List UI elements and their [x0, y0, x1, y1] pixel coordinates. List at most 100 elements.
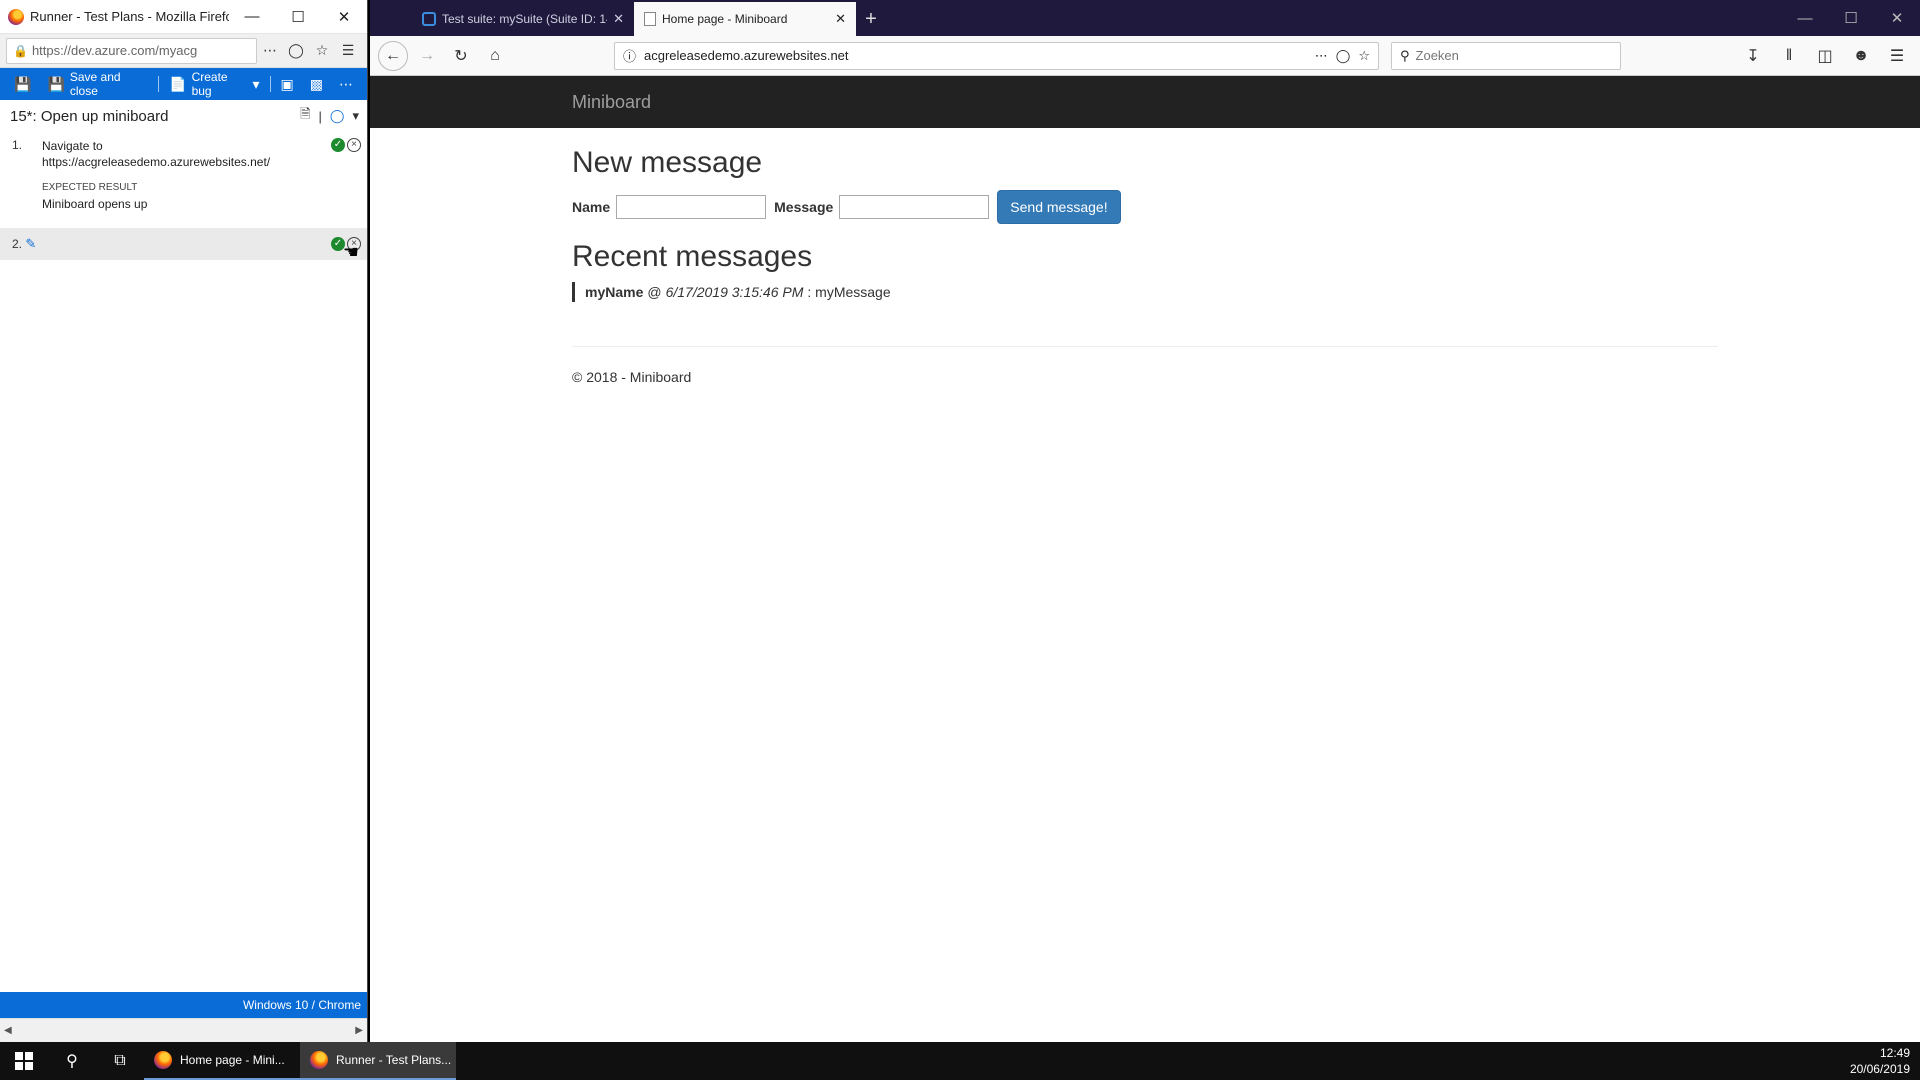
- address-bar[interactable]: ⓘ acgreleasedemo.azurewebsites.net ⋯ ◯ ☆: [614, 41, 1379, 70]
- close-button[interactable]: ✕: [1874, 0, 1920, 36]
- runner-window: Runner - Test Plans - Mozilla Firefox — …: [0, 0, 368, 1042]
- more-options-button[interactable]: ⋯: [331, 68, 361, 100]
- save-button[interactable]: 💾: [6, 68, 39, 100]
- site-navbar: Miniboard: [370, 76, 1920, 128]
- windows-logo-icon: [15, 1052, 33, 1070]
- create-bug-button[interactable]: 📄 Create bug ▾: [161, 68, 267, 100]
- scroll-right-icon[interactable]: ▶: [355, 1025, 363, 1036]
- task-view-icon[interactable]: ⧉: [96, 1042, 144, 1080]
- more-icon[interactable]: ⋯: [257, 38, 283, 64]
- expected-result-text: Miniboard opens up: [42, 197, 148, 211]
- minimize-button[interactable]: —: [229, 0, 275, 34]
- outcome-icon[interactable]: ◯: [330, 108, 345, 124]
- test-step[interactable]: 1. Navigate to https://acgreleasedemo.az…: [0, 132, 367, 218]
- search-icon[interactable]: ⚲: [48, 1042, 96, 1080]
- account-icon[interactable]: ☻: [1846, 41, 1876, 71]
- library-icon[interactable]: ‖: [1774, 41, 1804, 71]
- message-text: : myMessage: [807, 284, 891, 300]
- screenshot-button[interactable]: ▣: [273, 68, 302, 100]
- start-button[interactable]: [0, 1042, 48, 1080]
- notes-icon[interactable]: 🗎: [300, 105, 310, 127]
- chevron-down-icon[interactable]: ▾: [352, 108, 359, 124]
- clock-date: 20/06/2019: [1849, 1062, 1910, 1076]
- runner-toolbar: 💾 💾 Save and close 📄 Create bug ▾ ▣ ▩ ⋯: [0, 68, 367, 100]
- name-input[interactable]: [616, 195, 767, 219]
- pencil-icon[interactable]: ✎: [25, 236, 36, 251]
- scroll-left-icon[interactable]: ◀: [4, 1025, 12, 1036]
- close-tab-icon[interactable]: ✕: [613, 11, 624, 27]
- sidebar-icon[interactable]: ◫: [1810, 41, 1840, 71]
- download-icon[interactable]: ↧: [1738, 41, 1768, 71]
- taskbar-app-home-page[interactable]: Home page - Mini...: [144, 1042, 300, 1080]
- site-brand-link[interactable]: Miniboard: [572, 92, 651, 113]
- test-step[interactable]: 2. ✎ ✓ × ☚: [0, 228, 367, 262]
- test-case-title: 15*: Open up miniboard: [10, 107, 169, 125]
- navigation-bar: ← → ↻ ⌂ ⓘ acgreleasedemo.azurewebsites.n…: [370, 36, 1920, 76]
- page-actions-icon[interactable]: ⋯: [1315, 48, 1328, 64]
- message-at: @: [647, 284, 662, 300]
- message-input[interactable]: [839, 195, 990, 219]
- reload-button[interactable]: ↻: [446, 41, 476, 71]
- tab-test-suite[interactable]: Test suite: mySuite (Suite ID: 14 ✕: [412, 2, 634, 36]
- message-author: myName: [585, 284, 644, 300]
- browser-window: Test suite: mySuite (Suite ID: 14 ✕ Home…: [370, 0, 1920, 1042]
- star-icon[interactable]: ☆: [309, 38, 335, 64]
- search-input[interactable]: [1415, 48, 1612, 63]
- runner-status-bar: Windows 10 / Chrome: [0, 992, 367, 1018]
- capture-icon: ▩: [309, 75, 324, 92]
- footer-divider: [572, 346, 1718, 347]
- capture-actions-button[interactable]: ▩: [302, 68, 331, 100]
- bookmark-star-icon[interactable]: ☆: [1358, 48, 1370, 64]
- create-bug-label: Create bug: [191, 70, 228, 98]
- search-box[interactable]: ⚲: [1391, 41, 1621, 70]
- horizontal-scrollbar[interactable]: ◀ ▶: [0, 1018, 367, 1042]
- runner-url-text: https://dev.azure.com/myacg: [31, 43, 198, 58]
- pocket-icon[interactable]: ◯: [283, 38, 309, 64]
- message-label: Message: [774, 199, 834, 215]
- chevron-down-icon[interactable]: ▾: [253, 76, 260, 93]
- save-and-close-button[interactable]: 💾 Save and close: [39, 68, 156, 100]
- close-tab-icon[interactable]: ✕: [835, 11, 846, 27]
- message-list: myName @ 6/17/2019 3:15:46 PM : myMessag…: [572, 282, 1718, 302]
- pass-check-icon[interactable]: ✓: [331, 138, 345, 152]
- ellipsis-icon: ⋯: [339, 75, 354, 92]
- minimize-button[interactable]: —: [1782, 0, 1828, 36]
- step-number-text: 2.: [12, 237, 23, 251]
- toolbar-divider: [269, 76, 271, 92]
- address-text: acgreleasedemo.azurewebsites.net: [644, 48, 849, 63]
- message-timestamp: 6/17/2019 3:15:46 PM: [665, 284, 804, 300]
- step-number: 2. ✎: [12, 236, 42, 252]
- save-icon: 💾: [14, 75, 32, 92]
- menu-icon[interactable]: ☰: [335, 38, 361, 64]
- menu-icon[interactable]: ☰: [1882, 41, 1912, 71]
- pocket-icon[interactable]: ◯: [1336, 48, 1351, 64]
- expected-result-label: EXPECTED RESULT: [42, 182, 138, 193]
- step-action-line: Navigate to: [42, 139, 103, 153]
- taskbar-app-runner[interactable]: Runner - Test Plans...: [300, 1042, 456, 1080]
- firefox-icon: [310, 1051, 328, 1069]
- runner-url-field[interactable]: 🔒 https://dev.azure.com/myacg: [6, 37, 257, 64]
- info-icon[interactable]: ⓘ: [623, 46, 636, 65]
- tab-home-page[interactable]: Home page - Miniboard ✕: [634, 2, 856, 36]
- mouse-cursor-icon: ☚: [342, 242, 359, 262]
- maximize-button[interactable]: ☐: [275, 0, 321, 34]
- window-controls: — ☐ ✕: [1782, 0, 1920, 36]
- list-item: myName @ 6/17/2019 3:15:46 PM : myMessag…: [572, 282, 1718, 302]
- runner-titlebar: Runner - Test Plans - Mozilla Firefox — …: [0, 0, 367, 34]
- camera-icon: ▣: [280, 75, 294, 92]
- system-clock[interactable]: 12:49 20/06/2019: [1850, 1045, 1920, 1077]
- back-button[interactable]: ←: [378, 40, 408, 71]
- send-message-button[interactable]: Send message!: [997, 190, 1121, 224]
- new-message-heading: New message: [572, 146, 763, 179]
- step-number: 1.: [12, 138, 23, 152]
- new-tab-button[interactable]: +: [856, 2, 886, 36]
- firefox-icon: [154, 1051, 172, 1069]
- fail-x-icon[interactable]: ×: [347, 138, 361, 152]
- home-button[interactable]: ⌂: [480, 41, 510, 71]
- maximize-button[interactable]: ☐: [1828, 0, 1874, 36]
- lock-icon: 🔒: [13, 43, 28, 58]
- page-content: Miniboard New message Name Message Send …: [370, 76, 1920, 1042]
- close-button[interactable]: ✕: [321, 0, 367, 34]
- site-footer: © 2018 - Miniboard: [572, 369, 692, 385]
- forward-button[interactable]: →: [412, 41, 442, 71]
